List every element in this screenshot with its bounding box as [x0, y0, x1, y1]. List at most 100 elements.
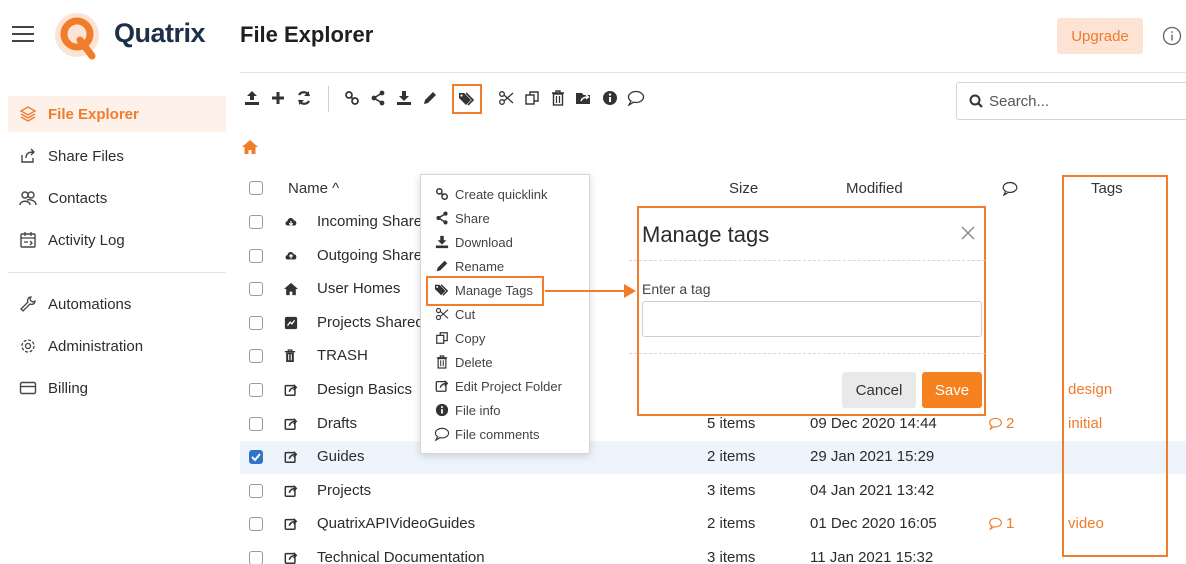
scissors-icon[interactable] — [496, 88, 516, 108]
table-row[interactable]: QuatrixAPIVideoGuides 2 items 01 Dec 2020 … — [240, 508, 1186, 541]
link-icon[interactable] — [342, 88, 362, 108]
select-all-checkbox[interactable] — [249, 181, 263, 195]
row-size: 3 items — [707, 549, 756, 564]
menu-item-label: Download — [455, 234, 513, 250]
row-name[interactable]: QuatrixAPIVideoGuides — [317, 515, 475, 532]
row-name[interactable]: Outgoing Shares — [317, 247, 430, 264]
table-row[interactable]: Guides 2 items 29 Jan 2021 15:29 — [240, 441, 1186, 475]
row-modified: 11 Jan 2021 15:32 — [810, 549, 934, 564]
download-icon[interactable] — [394, 88, 414, 108]
refresh-icon[interactable] — [294, 88, 314, 108]
close-icon[interactable] — [959, 224, 977, 242]
sidebar-item-share-files[interactable]: Share Files — [8, 138, 226, 174]
row-checkbox[interactable] — [249, 349, 263, 364]
comment-icon — [433, 427, 451, 441]
row-modified: 01 Dec 2020 16:05 — [810, 515, 937, 533]
menu-item-download[interactable]: Download — [433, 231, 513, 253]
pencil-icon[interactable] — [420, 88, 440, 108]
menu-item-file-comments[interactable]: File comments — [433, 423, 540, 445]
info-icon[interactable] — [1162, 26, 1182, 46]
row-name[interactable]: Projects Shared — [317, 314, 424, 331]
sidebar-item-label: Contacts — [48, 189, 108, 207]
menu-item-label: Create quicklink — [455, 186, 548, 202]
row-checkbox[interactable] — [249, 215, 263, 229]
search-input[interactable] — [989, 92, 1169, 110]
edit-project-folder-icon[interactable] — [574, 88, 594, 108]
trash-icon[interactable] — [548, 88, 568, 108]
table-row[interactable]: Projects 3 items 04 Jan 2021 13:42 — [240, 475, 1186, 508]
tags-icon — [458, 91, 476, 107]
row-checkbox[interactable] — [249, 551, 263, 564]
row-name[interactable]: Drafts — [317, 415, 357, 432]
scissors-icon — [433, 307, 451, 321]
calendar-log-icon — [8, 231, 48, 249]
sidebar-item-automations[interactable]: Automations — [8, 286, 226, 322]
row-checkbox[interactable] — [249, 517, 263, 532]
row-name[interactable]: TRASH — [317, 347, 368, 364]
header-divider — [240, 72, 1186, 73]
menu-item-label: File info — [455, 402, 501, 418]
save-button[interactable]: Save — [922, 372, 982, 408]
menu-item-rename[interactable]: Rename — [433, 255, 504, 277]
upload-icon[interactable] — [242, 88, 262, 108]
row-checkbox[interactable] — [249, 282, 263, 297]
project-folder-icon — [284, 450, 298, 464]
shared-folder-icon — [284, 316, 298, 330]
row-name[interactable]: Technical Documentation — [317, 549, 485, 564]
row-name[interactable]: Projects — [317, 482, 371, 499]
row-comments[interactable]: 2 — [988, 415, 1014, 432]
sidebar-item-file-explorer[interactable]: File Explorer — [8, 96, 226, 132]
row-comments[interactable]: 1 — [988, 515, 1014, 532]
row-modified: 09 Dec 2020 14:44 — [810, 414, 937, 432]
hamburger-menu-icon[interactable] — [12, 24, 36, 44]
project-folder-icon — [284, 417, 298, 431]
layers-icon — [8, 105, 48, 123]
manage-tags-button[interactable] — [452, 84, 482, 114]
file-info-icon[interactable] — [600, 88, 620, 108]
row-checkbox[interactable] — [249, 450, 263, 465]
row-checkbox[interactable] — [249, 315, 263, 330]
share-icon[interactable] — [368, 88, 388, 108]
table-row[interactable]: Technical Documentation 3 items 11 Jan 202… — [240, 542, 1186, 564]
column-header-modified[interactable]: Modified — [846, 180, 903, 197]
menu-item-label: Cut — [455, 306, 476, 322]
comment-icon[interactable] — [626, 88, 646, 108]
menu-item-label: Share — [455, 210, 490, 226]
menu-item-share[interactable]: Share — [433, 207, 490, 229]
menu-item-cut[interactable]: Cut — [433, 303, 475, 325]
sidebar-item-contacts[interactable]: Contacts — [8, 180, 226, 216]
menu-item-delete[interactable]: Delete — [433, 351, 493, 373]
sidebar-item-billing[interactable]: Billing — [8, 370, 226, 406]
search-box[interactable] — [956, 82, 1186, 120]
tag-input[interactable] — [642, 301, 982, 337]
cancel-button[interactable]: Cancel — [842, 372, 916, 408]
sidebar-item-label: Billing — [48, 379, 89, 397]
sidebar-item-label: File Explorer — [48, 105, 139, 123]
row-checkbox[interactable] — [249, 248, 263, 263]
column-header-size[interactable]: Size — [729, 180, 758, 197]
share-arrow-icon — [8, 147, 48, 165]
menu-item-file-info[interactable]: File info — [433, 399, 501, 421]
row-checkbox[interactable] — [249, 416, 263, 431]
home-breadcrumb-icon[interactable] — [242, 140, 258, 154]
row-name[interactable]: Design Basics — [317, 381, 412, 398]
sidebar-item-activity-log[interactable]: Activity Log — [8, 222, 226, 258]
wrench-icon — [8, 295, 48, 313]
column-header-comments-icon[interactable] — [1002, 181, 1018, 196]
menu-item-edit-project-folder[interactable]: Edit Project Folder — [433, 375, 562, 397]
comment-icon — [988, 517, 1003, 531]
row-checkbox[interactable] — [249, 483, 263, 498]
copy-icon[interactable] — [522, 88, 542, 108]
cloud-download-icon — [284, 215, 298, 229]
menu-item-create-quicklink[interactable]: Create quicklink — [433, 183, 548, 205]
row-checkbox[interactable] — [249, 383, 263, 397]
row-name[interactable]: User Homes — [317, 280, 400, 297]
comment-count: 2 — [1006, 414, 1015, 432]
upgrade-button[interactable]: Upgrade — [1057, 18, 1143, 54]
add-icon[interactable] — [268, 88, 288, 108]
sidebar-item-administration[interactable]: Administration — [8, 328, 226, 364]
menu-item-copy[interactable]: Copy — [433, 327, 485, 349]
row-name[interactable]: Guides — [317, 448, 365, 465]
column-header-name[interactable]: Name ^ — [288, 180, 339, 197]
row-name[interactable]: Incoming Shares — [317, 213, 430, 230]
